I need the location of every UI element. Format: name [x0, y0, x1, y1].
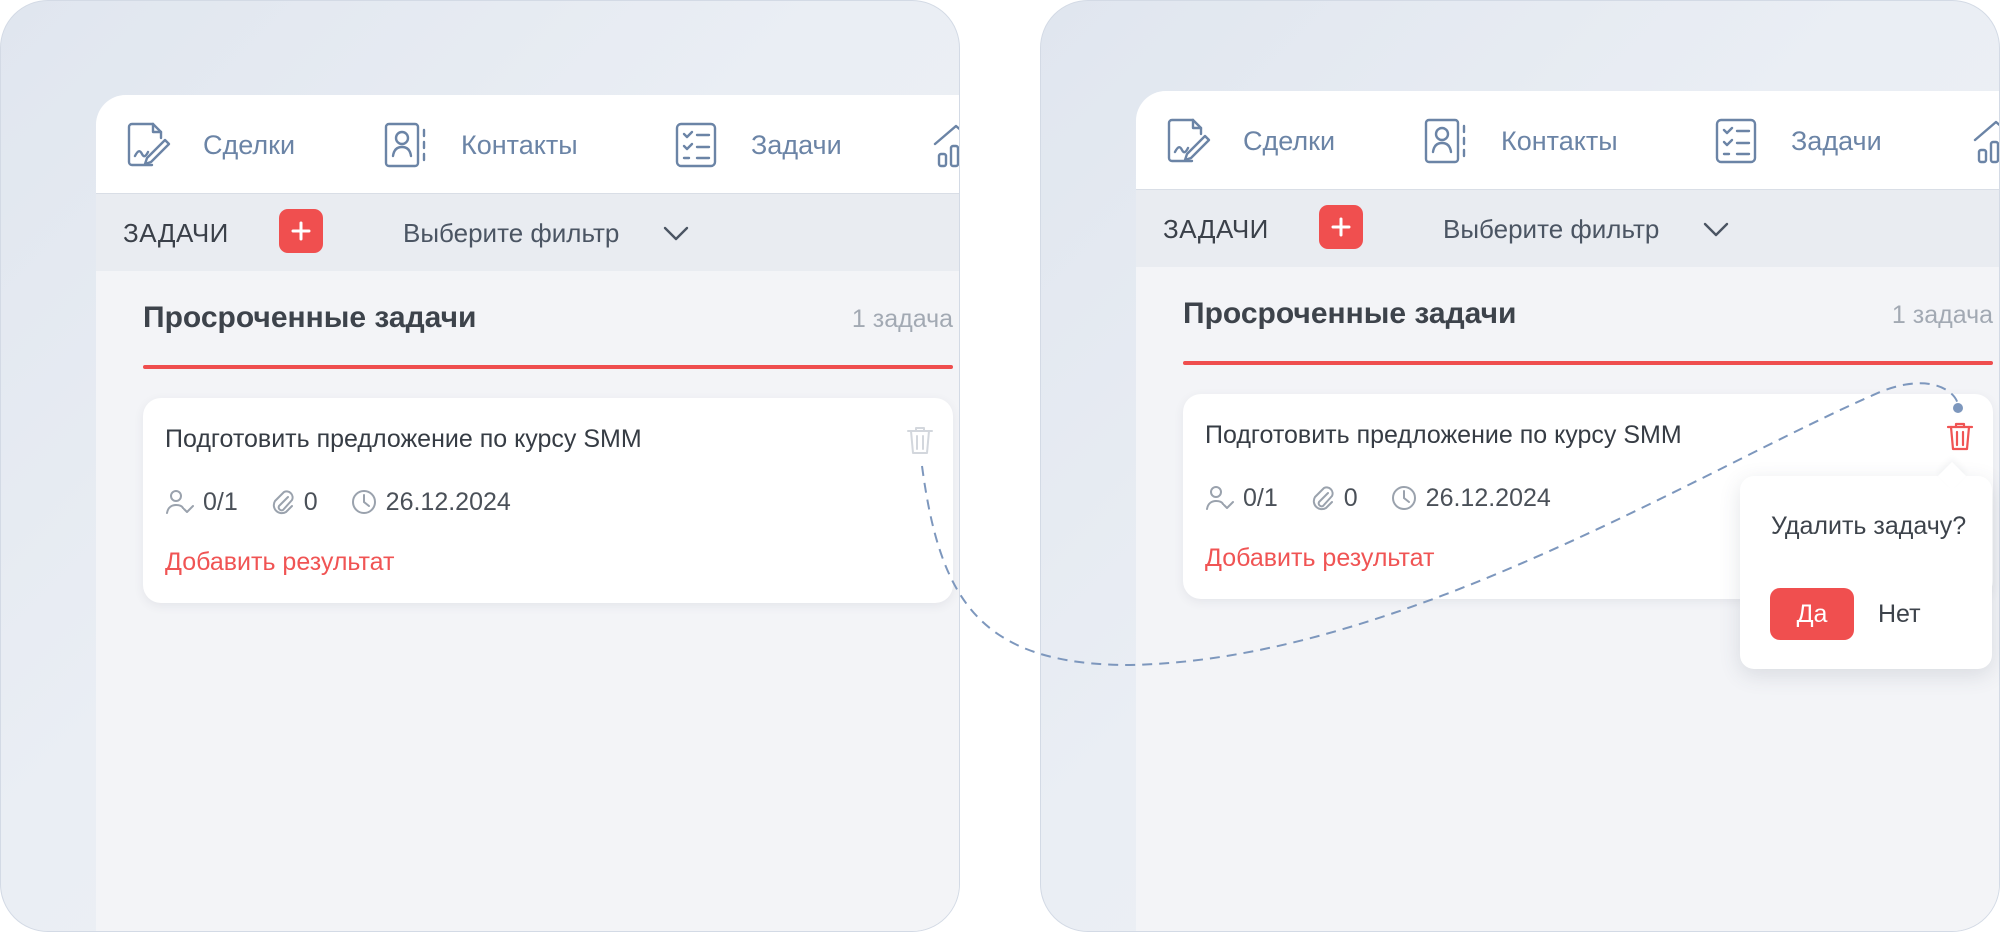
chevron-down-icon[interactable]	[661, 218, 691, 248]
filter-select[interactable]: Выберите фильтр	[1443, 214, 1659, 245]
section-title: Просроченные задачи	[143, 301, 477, 334]
due-date-value: 26.12.2024	[1425, 483, 1551, 512]
deals-icon	[1167, 118, 1211, 163]
user-check-icon	[1206, 486, 1234, 510]
tasks-icon	[1715, 118, 1757, 164]
task-meta: 0/1 0 26.12.2024	[165, 486, 543, 518]
overdue-divider	[143, 365, 953, 369]
clock-icon	[1391, 486, 1416, 510]
task-toolbar: ЗАДАЧИ Выберите фильтр	[96, 194, 959, 271]
nav-item-deals[interactable]: Сделки	[1163, 116, 1335, 166]
confirm-no-button[interactable]: Нет	[1878, 588, 1921, 640]
filter-select[interactable]: Выберите фильтр	[403, 218, 619, 249]
nav-label-deals: Сделки	[203, 129, 296, 160]
toolbar-title: ЗАДАЧИ	[123, 218, 229, 248]
confirm-yes-button[interactable]: Да	[1770, 588, 1854, 640]
contacts-icon	[384, 122, 426, 168]
paperclip-icon	[1312, 486, 1334, 511]
due-date: 26.12.2024	[350, 488, 511, 517]
add-result-link[interactable]: Добавить результат	[165, 548, 394, 577]
app-window: Сделки Контакты Задачи ЗАДАЧИ Выберите ф…	[96, 95, 959, 931]
nav-item-tasks[interactable]: Задачи	[671, 120, 842, 170]
nav-item-analytics[interactable]	[931, 120, 959, 170]
attachments-value: 0	[1343, 483, 1358, 512]
paperclip-icon	[272, 490, 294, 515]
overdue-divider	[1183, 361, 1993, 365]
after-panel: Сделки Контакты Задачи ЗАДАЧИ Выберите ф…	[1040, 0, 2000, 932]
due-date: 26.12.2024	[1390, 484, 1551, 513]
plus-icon	[291, 221, 311, 241]
top-nav: Сделки Контакты Задачи	[1136, 91, 1999, 190]
nav-label-deals: Сделки	[1243, 125, 1336, 156]
delete-confirm-popover: Удалить задачу? Да Нет	[1740, 476, 1992, 669]
attachments: 0	[1310, 484, 1358, 513]
nav-item-tasks[interactable]: Задачи	[1711, 116, 1882, 166]
nav-item-contacts[interactable]: Контакты	[381, 120, 578, 170]
confirm-question: Удалить задачу?	[1771, 512, 1967, 540]
task-count: 1 задача	[1891, 301, 1993, 329]
contacts-icon	[1424, 118, 1466, 164]
clock-icon	[351, 490, 376, 514]
analytics-icon	[933, 124, 959, 168]
nav-label-tasks: Задачи	[1791, 125, 1882, 156]
add-task-button[interactable]	[279, 209, 323, 253]
trash-icon[interactable]	[1945, 420, 1975, 452]
top-nav: Сделки Контакты Задачи	[96, 95, 959, 194]
nav-label-tasks: Задачи	[751, 129, 842, 160]
nav-label-contacts: Контакты	[461, 129, 578, 160]
assignees-value: 0/1	[1243, 483, 1278, 512]
assignees: 0/1	[165, 488, 238, 517]
assignees: 0/1	[1205, 484, 1278, 513]
user-check-icon	[166, 490, 194, 514]
trash-icon[interactable]	[905, 424, 935, 456]
task-card[interactable]: Подготовить предложение по курсу SMM 0/1…	[143, 398, 953, 603]
task-toolbar: ЗАДАЧИ Выберите фильтр	[1136, 190, 1999, 267]
nav-item-deals[interactable]: Сделки	[123, 120, 295, 170]
attachments-value: 0	[303, 487, 318, 516]
plus-icon	[1331, 217, 1351, 237]
add-result-link[interactable]: Добавить результат	[1205, 544, 1434, 573]
add-task-button[interactable]	[1319, 205, 1363, 249]
analytics-icon	[1973, 120, 1999, 164]
tasks-icon	[675, 122, 717, 168]
deals-icon	[127, 122, 171, 167]
task-count: 1 задача	[851, 305, 953, 333]
assignees-value: 0/1	[203, 487, 238, 516]
nav-item-contacts[interactable]: Контакты	[1421, 116, 1618, 166]
toolbar-title: ЗАДАЧИ	[1163, 214, 1269, 244]
due-date-value: 26.12.2024	[385, 487, 511, 516]
section-title: Просроченные задачи	[1183, 297, 1517, 330]
nav-label-contacts: Контакты	[1501, 125, 1618, 156]
task-meta: 0/1 0 26.12.2024	[1205, 482, 1583, 514]
before-panel: Сделки Контакты Задачи ЗАДАЧИ Выберите ф…	[0, 0, 960, 932]
task-title[interactable]: Подготовить предложение по курсу SMM	[165, 425, 642, 454]
attachments: 0	[270, 488, 318, 517]
chevron-down-icon[interactable]	[1701, 214, 1731, 244]
nav-item-analytics[interactable]	[1971, 116, 1999, 166]
task-title[interactable]: Подготовить предложение по курсу SMM	[1205, 421, 1682, 450]
